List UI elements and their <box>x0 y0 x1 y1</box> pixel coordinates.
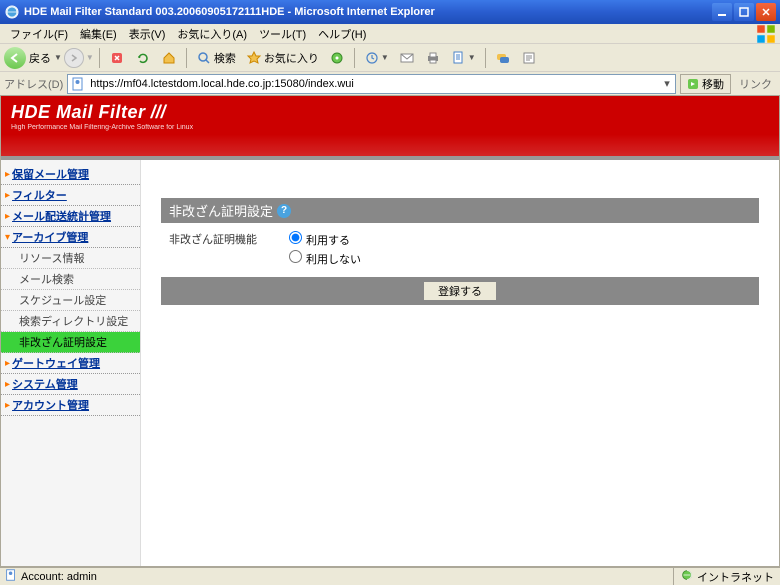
form-row-tamper-proof: 非改ざん証明機能 利用する 利用しない <box>161 223 759 277</box>
print-button[interactable] <box>421 47 445 69</box>
sidebar-item-account[interactable]: アカウント管理 <box>1 395 140 416</box>
app-logo-text: HDE Mail Filter <box>11 102 146 122</box>
go-button[interactable]: 移動 <box>680 74 731 94</box>
submit-button[interactable]: 登録する <box>423 281 497 301</box>
chevron-right-icon <box>5 211 10 222</box>
submit-row: 登録する <box>161 277 759 305</box>
chevron-down-icon <box>5 232 10 243</box>
menubar: ファイル(F) 編集(E) 表示(V) お気に入り(A) ツール(T) ヘルプ(… <box>0 24 780 44</box>
edit-button[interactable]: ▼ <box>447 47 480 69</box>
sidebar-sub-search-dir[interactable]: 検索ディレクトリ設定 <box>1 311 140 332</box>
chevron-right-icon <box>5 379 10 390</box>
status-account: Account: admin <box>21 571 97 583</box>
toolbar: 戻る ▼ ▼ 検索 お気に入り ▼ ▼ <box>0 44 780 72</box>
address-input[interactable] <box>88 78 659 90</box>
minimize-button[interactable] <box>712 3 732 21</box>
window-titlebar: HDE Mail Filter Standard 003.20060905172… <box>0 0 780 24</box>
back-label[interactable]: 戻る <box>29 50 51 66</box>
favorites-button[interactable]: お気に入り <box>242 47 323 69</box>
page-content: HDE Mail Filter /// High Performance Mai… <box>0 96 780 567</box>
option-not-use[interactable]: 利用しない <box>289 250 751 267</box>
chevron-right-icon <box>5 190 10 201</box>
chevron-right-icon <box>5 400 10 411</box>
sidebar-item-system[interactable]: システム管理 <box>1 374 140 395</box>
menu-tools[interactable]: ツール(T) <box>253 24 312 44</box>
chevron-right-icon <box>5 169 10 180</box>
back-button[interactable] <box>4 47 26 69</box>
research-button[interactable] <box>517 47 541 69</box>
field-label: 非改ざん証明機能 <box>169 231 289 269</box>
option-use[interactable]: 利用する <box>289 231 751 248</box>
logo-stripes-icon: /// <box>151 102 166 122</box>
sidebar-item-filter[interactable]: フィルター <box>1 185 140 206</box>
window-title: HDE Mail Filter Standard 003.20060905172… <box>24 6 712 18</box>
menu-favorites[interactable]: お気に入り(A) <box>171 24 253 44</box>
status-zone: イントラネット <box>697 569 774 585</box>
menu-help[interactable]: ヘルプ(H) <box>312 24 372 44</box>
addressbar: アドレス(D) ▾ 移動 リンク <box>0 72 780 96</box>
main-panel: 非改ざん証明設定 ? 非改ざん証明機能 利用する 利用しない 登録する <box>141 160 779 566</box>
back-dropdown-icon[interactable]: ▼ <box>54 53 62 62</box>
address-label: アドレス(D) <box>4 76 63 92</box>
sidebar: 保留メール管理 フィルター メール配送統計管理 アーカイブ管理 リソース情報 メ… <box>1 160 141 566</box>
intranet-icon <box>680 568 694 585</box>
history-button[interactable]: ▼ <box>360 47 393 69</box>
forward-dropdown-icon[interactable]: ▼ <box>86 53 94 62</box>
chevron-right-icon <box>5 358 10 369</box>
menu-view[interactable]: 表示(V) <box>123 24 172 44</box>
sidebar-sub-schedule[interactable]: スケジュール設定 <box>1 290 140 311</box>
sidebar-item-gateway[interactable]: ゲートウェイ管理 <box>1 353 140 374</box>
page-icon <box>4 568 18 585</box>
sidebar-item-archive[interactable]: アーカイブ管理 <box>1 227 140 248</box>
sidebar-item-retained-mail[interactable]: 保留メール管理 <box>1 164 140 185</box>
windows-logo-icon <box>756 25 776 43</box>
app-header: HDE Mail Filter /// High Performance Mai… <box>1 96 779 156</box>
app-logo-subtitle: High Performance Mail Filtering-Archive … <box>11 124 769 131</box>
search-button[interactable]: 検索 <box>192 47 240 69</box>
forward-button[interactable] <box>64 48 84 68</box>
sidebar-sub-resource-info[interactable]: リソース情報 <box>1 248 140 269</box>
home-button[interactable] <box>157 47 181 69</box>
discuss-button[interactable] <box>491 47 515 69</box>
sidebar-item-delivery-stats[interactable]: メール配送統計管理 <box>1 206 140 227</box>
menu-edit[interactable]: 編集(E) <box>74 24 123 44</box>
section-title: 非改ざん証明設定 <box>169 201 273 220</box>
menu-file[interactable]: ファイル(F) <box>4 24 74 44</box>
close-button[interactable] <box>756 3 776 21</box>
ie-icon <box>4 4 20 20</box>
section-header: 非改ざん証明設定 ? <box>161 198 759 223</box>
sidebar-sub-tamper-proof[interactable]: 非改ざん証明設定 <box>1 332 140 353</box>
help-icon[interactable]: ? <box>277 204 291 218</box>
statusbar: Account: admin イントラネット <box>0 567 780 585</box>
maximize-button[interactable] <box>734 3 754 21</box>
mail-button[interactable] <box>395 47 419 69</box>
address-dropdown-icon[interactable]: ▾ <box>659 77 675 90</box>
address-input-wrap[interactable]: ▾ <box>67 74 676 94</box>
links-label[interactable]: リンク <box>735 76 776 92</box>
radio-not-use[interactable] <box>289 250 302 263</box>
stop-button[interactable] <box>105 47 129 69</box>
page-icon <box>70 76 86 92</box>
sidebar-sub-mail-search[interactable]: メール検索 <box>1 269 140 290</box>
media-button[interactable] <box>325 47 349 69</box>
refresh-button[interactable] <box>131 47 155 69</box>
radio-use[interactable] <box>289 231 302 244</box>
